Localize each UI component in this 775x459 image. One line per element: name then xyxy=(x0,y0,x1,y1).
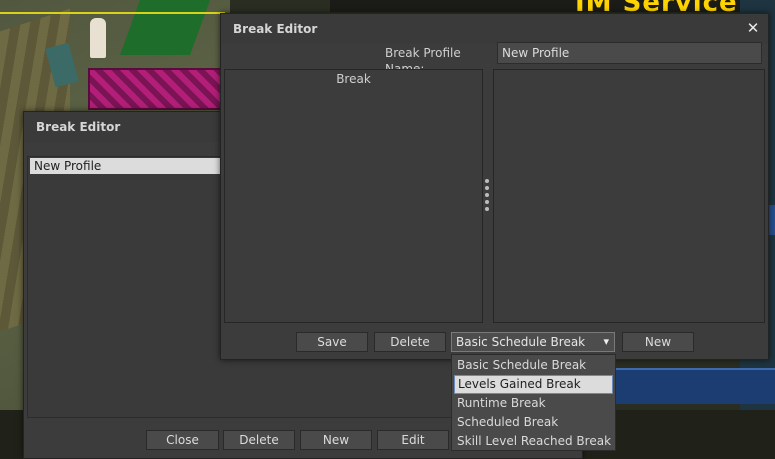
game-chat-panel xyxy=(615,368,775,404)
break-type-select[interactable]: Basic Schedule Break ▾ xyxy=(451,332,615,352)
dropdown-option-highlighted[interactable]: Levels Gained Break xyxy=(454,375,613,394)
chevron-down-icon: ▾ xyxy=(603,335,609,348)
new-profile-button[interactable]: New xyxy=(300,430,372,450)
dropdown-option[interactable]: Basic Schedule Break xyxy=(454,356,613,375)
game-figure xyxy=(90,18,106,58)
profile-list-item[interactable]: New Profile xyxy=(30,158,226,174)
break-list-panel[interactable]: Break xyxy=(224,69,483,323)
splitter-handle-icon[interactable] xyxy=(485,179,490,215)
break-editor-front-window: Break Editor ✕ Break Profile Name: New P… xyxy=(220,13,769,360)
dropdown-option[interactable]: Skill Level Reached Break xyxy=(454,432,613,451)
break-settings-panel[interactable] xyxy=(493,69,765,323)
dropdown-option[interactable]: Runtime Break xyxy=(454,394,613,413)
dropdown-option[interactable]: Scheduled Break xyxy=(454,413,613,432)
close-button[interactable]: Close xyxy=(146,430,219,450)
window-title: Break Editor xyxy=(221,14,768,44)
break-column-header: Break xyxy=(336,72,371,86)
game-selection-line xyxy=(0,12,225,14)
delete-profile-button[interactable]: Delete xyxy=(223,430,295,450)
delete-break-button[interactable]: Delete xyxy=(374,332,446,352)
new-break-button[interactable]: New xyxy=(622,332,694,352)
save-button[interactable]: Save xyxy=(296,332,368,352)
edit-profile-button[interactable]: Edit xyxy=(377,430,449,450)
profile-name-input[interactable]: New Profile xyxy=(497,42,762,64)
break-type-selected: Basic Schedule Break xyxy=(456,335,586,349)
break-type-dropdown[interactable]: Basic Schedule Break Levels Gained Break… xyxy=(451,354,616,451)
game-rug xyxy=(88,68,228,110)
close-icon[interactable]: ✕ xyxy=(744,18,762,38)
